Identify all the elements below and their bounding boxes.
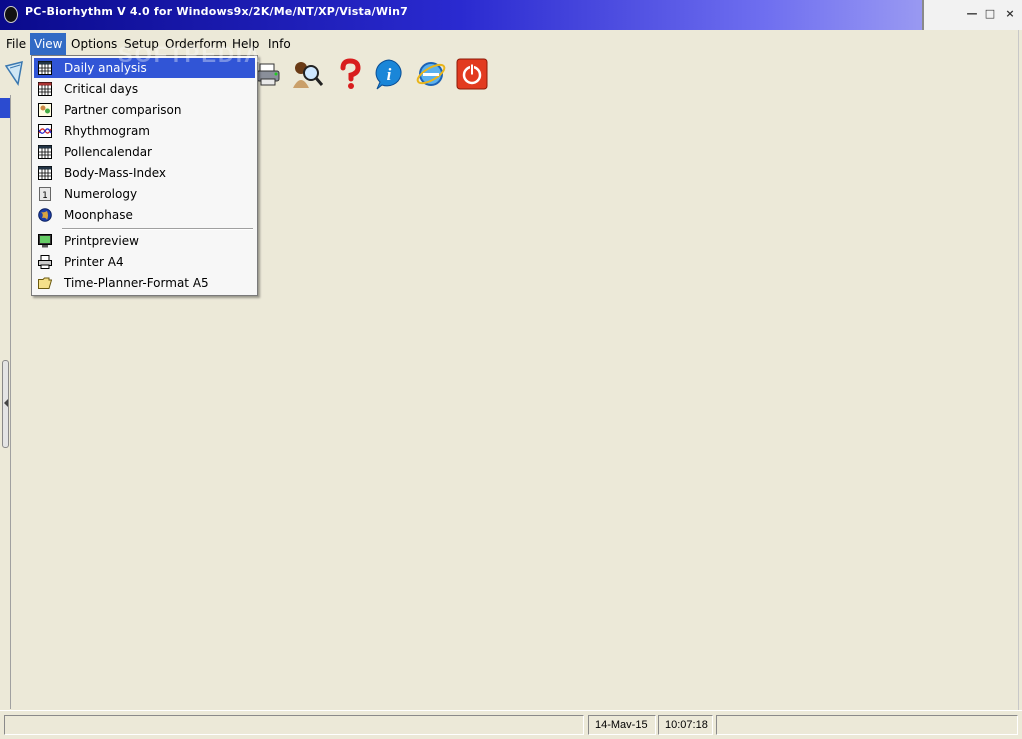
close-button[interactable]: × — [1002, 6, 1018, 22]
client-border — [1018, 30, 1019, 710]
menu-item-label: Pollencalendar — [64, 145, 152, 159]
menu-item-label: Printer A4 — [64, 255, 124, 269]
menu-item-label: Body-Mass-Index — [64, 166, 166, 180]
chart-icon — [38, 124, 52, 138]
menu-setup[interactable]: Setup — [120, 33, 163, 55]
internet-explorer-icon[interactable] — [415, 58, 447, 90]
calendar-grid-icon — [38, 166, 52, 180]
search-person-icon[interactable] — [291, 58, 323, 90]
menu-item-numerology[interactable]: 1 Numerology — [34, 184, 255, 204]
splitter-handle[interactable] — [2, 360, 9, 448]
chevron-left-icon — [4, 399, 8, 407]
menu-item-daily-analysis[interactable]: Daily analysis — [34, 58, 255, 78]
globe-icon — [38, 208, 52, 222]
view-menu: Daily analysis Critical days Partner com… — [31, 55, 258, 296]
window-title: PC-Biorhythm V 4.0 for Windows9x/2K/Me/N… — [25, 5, 409, 18]
status-extra — [716, 715, 1018, 735]
window-controls: — □ × — [922, 0, 1022, 30]
menu-info[interactable]: Info — [264, 33, 295, 55]
menu-item-label: Rhythmogram — [64, 124, 150, 138]
partner-icon — [38, 103, 52, 117]
status-date: 14-Mav-15 — [588, 715, 656, 735]
svg-text:i: i — [387, 65, 392, 84]
info-icon[interactable]: i — [373, 58, 405, 90]
menu-options[interactable]: Options — [67, 33, 121, 55]
svg-text:1: 1 — [42, 191, 48, 201]
menu-item-printer-a4[interactable]: Printer A4 — [34, 252, 255, 272]
menu-item-label: Moonphase — [64, 208, 133, 222]
menu-item-rhythmogram[interactable]: Rhythmogram — [34, 121, 255, 141]
calendar-grid-icon — [38, 145, 52, 159]
status-message — [4, 715, 584, 735]
title-bar: PC-Biorhythm V 4.0 for Windows9x/2K/Me/N… — [0, 0, 1022, 30]
maximize-button[interactable]: □ — [982, 6, 998, 22]
menu-item-printpreview[interactable]: Printpreview — [34, 231, 255, 251]
app-icon[interactable] — [4, 6, 18, 23]
menu-item-pollencalendar[interactable]: Pollencalendar — [34, 142, 255, 162]
status-time: 10:07:18 — [658, 715, 713, 735]
calendar-grid-icon — [38, 82, 52, 96]
status-bar: 14-Mav-15 10:07:18 — [0, 710, 1022, 739]
left-panel-indicator — [0, 98, 10, 118]
menu-bar: File View Options Setup Orderform Help I… — [0, 31, 1022, 55]
menu-item-label: Partner comparison — [64, 103, 182, 117]
menu-item-label: Numerology — [64, 187, 138, 201]
menu-item-time-planner-a5[interactable]: Time-Planner-Format A5 — [34, 273, 255, 293]
menu-orderform[interactable]: Orderform — [161, 33, 231, 55]
menu-item-label: Time-Planner-Format A5 — [64, 276, 209, 290]
power-icon[interactable] — [456, 58, 488, 90]
help-icon[interactable] — [334, 58, 366, 90]
monitor-icon — [38, 234, 52, 248]
printer-icon[interactable] — [254, 58, 286, 90]
calendar-grid-icon — [38, 61, 52, 75]
minimize-button[interactable]: — — [964, 6, 980, 22]
menu-separator — [62, 228, 253, 230]
menu-item-partner-comparison[interactable]: Partner comparison — [34, 100, 255, 120]
menu-help[interactable]: Help — [228, 33, 263, 55]
menu-view[interactable]: View — [30, 33, 67, 55]
menu-item-label: Printpreview — [64, 234, 139, 248]
printer-icon — [38, 255, 52, 269]
menu-item-label: Critical days — [64, 82, 139, 96]
menu-file[interactable]: File — [2, 33, 30, 55]
number-icon: 1 — [39, 187, 51, 201]
folder-icon — [38, 277, 52, 289]
menu-item-critical-days[interactable]: Critical days — [34, 79, 255, 99]
pen-icon[interactable] — [2, 58, 34, 90]
menu-item-body-mass-index[interactable]: Body-Mass-Index — [34, 163, 255, 183]
menu-item-label: Daily analysis — [64, 61, 147, 75]
menu-item-moonphase[interactable]: Moonphase — [34, 205, 255, 225]
